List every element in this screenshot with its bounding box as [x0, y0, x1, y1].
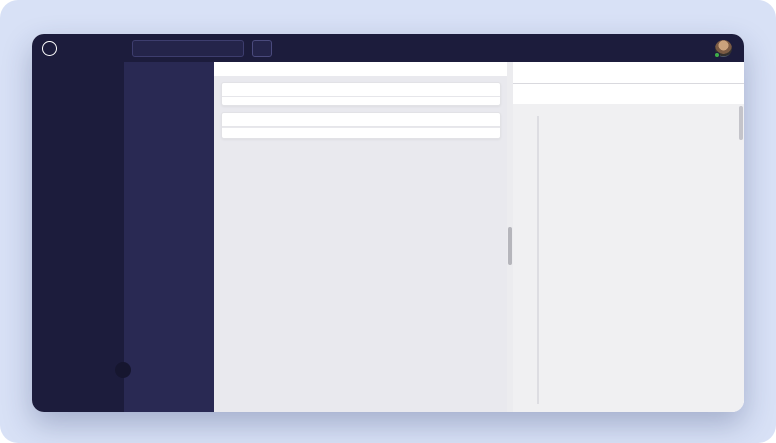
app-window	[32, 34, 744, 412]
brand	[32, 41, 124, 56]
timeline-connector	[537, 116, 539, 404]
primary-sidebar	[32, 62, 124, 412]
quick-add-button[interactable]	[252, 40, 272, 57]
main-scrollbar-thumb[interactable]	[508, 227, 512, 265]
team-leads-card	[221, 112, 501, 139]
timeline-filters	[513, 84, 744, 104]
presence-dot	[714, 52, 720, 58]
search-input[interactable]	[132, 40, 244, 57]
sales-metrics-header	[222, 83, 500, 97]
brand-logo-icon	[42, 41, 57, 56]
sidebar-collapse-button[interactable]	[115, 362, 131, 378]
timeline-list	[513, 104, 744, 412]
main-content	[214, 62, 513, 412]
activity-panel	[513, 62, 744, 412]
desktop-background	[0, 0, 776, 443]
topbar-actions	[685, 40, 744, 57]
timeline-scrollbar-thumb[interactable]	[739, 106, 743, 140]
leads-footer	[222, 127, 500, 138]
top-bar	[32, 34, 744, 62]
app-body	[32, 62, 744, 412]
sales-metrics-card	[221, 82, 501, 106]
dashboard-header	[214, 62, 513, 76]
metrics-list	[222, 97, 500, 105]
user-avatar[interactable]	[715, 40, 732, 57]
panel-tabs	[513, 62, 744, 84]
dashboard-cards	[214, 76, 513, 412]
team-leads-header	[222, 113, 500, 127]
secondary-sidebar	[124, 62, 214, 412]
